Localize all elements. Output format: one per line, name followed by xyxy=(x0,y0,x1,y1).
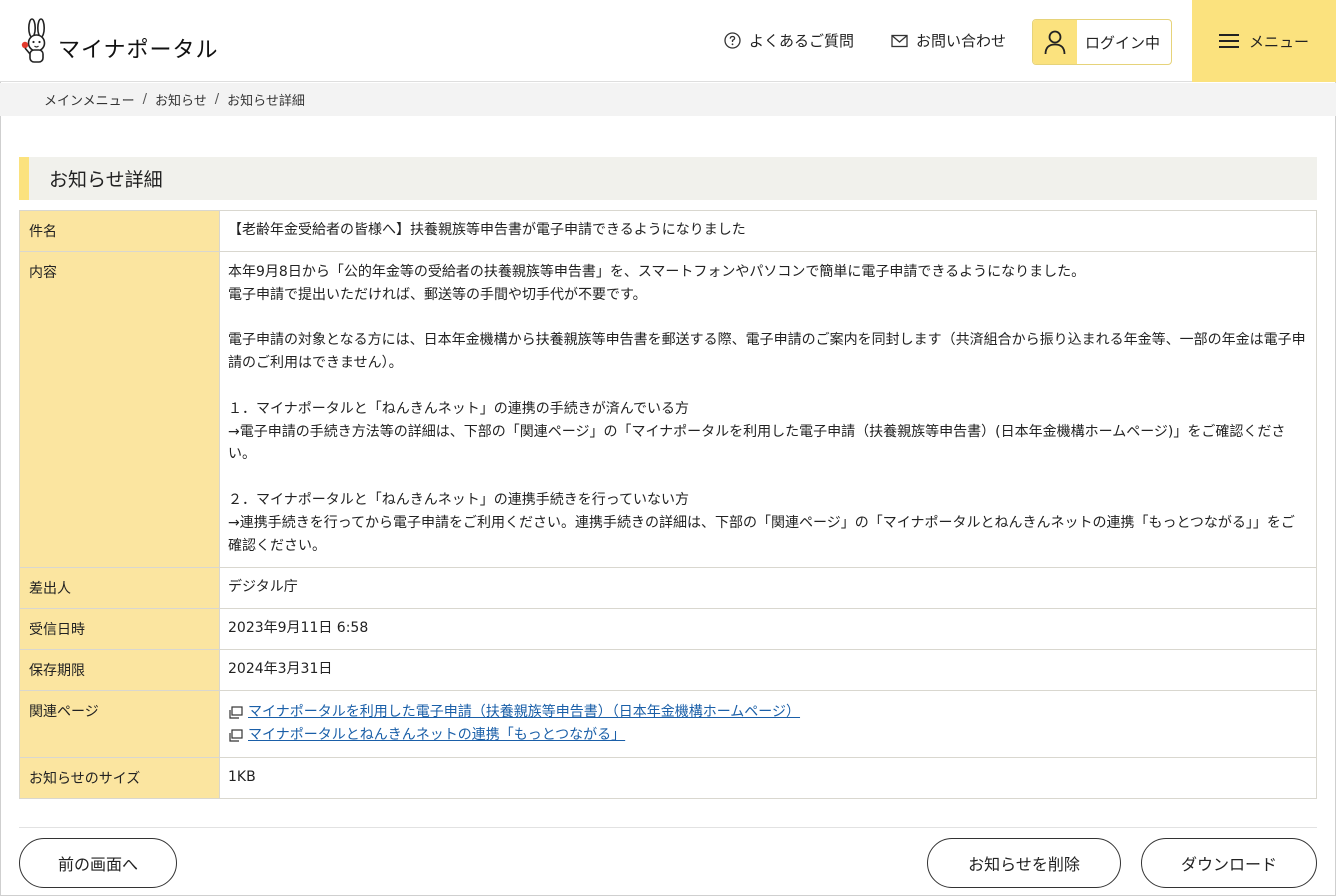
table-row-sender: 差出人 デジタル庁 xyxy=(19,567,1317,610)
breadcrumb-main-menu[interactable]: メインメニュー xyxy=(44,90,135,109)
subject-value: 【老齢年金受給者の皆様へ】扶養親族等申告書が電子申請できるようになりました xyxy=(219,210,1317,252)
download-button[interactable]: ダウンロード xyxy=(1141,838,1317,888)
related-cell: マイナポータルを利用した電子申請（扶養親族等申告書）（日本年金機構ホームページ）… xyxy=(219,690,1317,759)
size-value: 1KB xyxy=(219,757,1317,800)
table-row-received: 受信日時 2023年9月11日 6:58 xyxy=(19,608,1317,651)
footer-divider xyxy=(19,827,1317,828)
related-link-nenkin-net[interactable]: マイナポータルとねんきんネットの連携「もっとつながる」 xyxy=(228,724,1308,747)
hamburger-icon xyxy=(1218,34,1239,48)
content-label: 内容 xyxy=(19,250,220,569)
sender-label: 差出人 xyxy=(19,567,220,610)
login-status-button[interactable]: ログイン中 xyxy=(1032,19,1172,65)
mail-icon xyxy=(891,34,908,47)
table-row-related: 関連ページ マイナポータルを利用した電子申請（扶養親族等申告書）（日本年金機構ホ… xyxy=(19,690,1317,759)
received-label: 受信日時 xyxy=(19,608,220,651)
external-window-icon xyxy=(229,729,243,742)
table-row-size: お知らせのサイズ 1KB xyxy=(19,757,1317,800)
related-link-pension-service[interactable]: マイナポータルを利用した電子申請（扶養親族等申告書）（日本年金機構ホームページ） xyxy=(228,701,1308,724)
breadcrumb-current: お知らせ詳細 xyxy=(227,94,305,109)
rabbit-mascot-icon xyxy=(21,18,46,63)
related-label: 関連ページ xyxy=(19,690,220,759)
menu-button[interactable]: メニュー xyxy=(1192,0,1336,82)
breadcrumb-separator: / xyxy=(142,92,148,107)
contact-label: お問い合わせ xyxy=(916,32,1007,50)
related-link-label: マイナポータルとねんきんネットの連携「もっとつながる」 xyxy=(248,727,626,744)
external-window-icon xyxy=(229,706,243,719)
question-circle-icon xyxy=(724,32,741,49)
retention-label: 保存期限 xyxy=(19,649,220,692)
table-row-retention: 保存期限 2024年3月31日 xyxy=(19,649,1317,692)
contact-link[interactable]: お問い合わせ xyxy=(891,30,1006,51)
received-value: 2023年9月11日 6:58 xyxy=(219,608,1317,651)
login-icon-container xyxy=(1033,20,1077,64)
breadcrumb: メインメニュー / お知らせ / お知らせ詳細 xyxy=(0,83,1336,116)
content-cell: 本年9月8日から「公的年金等の受給者の扶養親族等申告書」を、スマートフォンやパソ… xyxy=(219,250,1317,569)
notice-detail-table: 件名 【老齢年金受給者の皆様へ】扶養親族等申告書が電子申請できるようになりました… xyxy=(19,210,1317,800)
page-title: お知らせ詳細 xyxy=(19,157,1317,200)
related-link-label: マイナポータルを利用した電子申請（扶養親族等申告書）（日本年金機構ホームページ） xyxy=(248,704,801,721)
back-button[interactable]: 前の画面へ xyxy=(19,838,177,888)
logo-text: マイナポータル xyxy=(58,38,219,63)
breadcrumb-separator: / xyxy=(214,92,220,107)
subject-label: 件名 xyxy=(19,210,220,252)
retention-value: 2024年3月31日 xyxy=(219,649,1317,692)
menu-label: メニュー xyxy=(1248,32,1309,51)
breadcrumb-notices[interactable]: お知らせ xyxy=(155,90,207,109)
login-label: ログイン中 xyxy=(1085,33,1161,52)
user-icon xyxy=(1044,30,1066,55)
delete-notice-button[interactable]: お知らせを削除 xyxy=(927,838,1121,888)
site-logo[interactable]: マイナポータル xyxy=(20,18,219,66)
size-label: お知らせのサイズ xyxy=(19,757,220,800)
table-row-content: 内容 本年9月8日から「公的年金等の受給者の扶養親族等申告書」を、スマートフォン… xyxy=(19,250,1317,569)
site-header: マイナポータル よくあるご質問 お問い合わせ ログイン中 メニュー xyxy=(0,0,1336,82)
table-row-subject: 件名 【老齢年金受給者の皆様へ】扶養親族等申告書が電子申請できるようになりました xyxy=(19,210,1317,252)
content-value: 本年9月8日から「公的年金等の受給者の扶養親族等申告書」を、スマートフォンやパソ… xyxy=(228,264,1306,554)
faq-link[interactable]: よくあるご質問 xyxy=(724,30,854,51)
sender-value: デジタル庁 xyxy=(219,567,1317,610)
faq-label: よくあるご質問 xyxy=(749,32,855,50)
